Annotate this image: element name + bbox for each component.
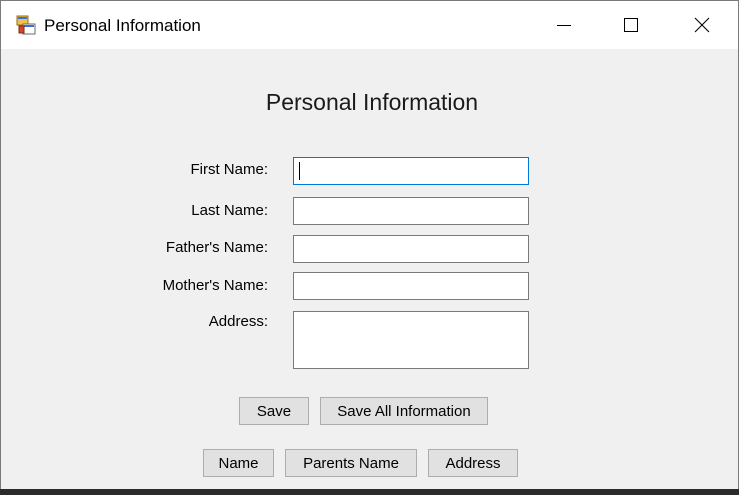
first-name-label: First Name: [190,161,268,178]
window-title: Personal Information [44,16,201,35]
last-name-label: Last Name: [191,202,268,219]
father-name-input[interactable] [293,235,529,263]
close-button[interactable] [679,1,725,49]
maximize-icon [624,18,638,32]
title-bar[interactable]: Personal Information [1,1,738,49]
address-label: Address: [208,313,268,330]
minimize-icon [557,25,571,26]
first-name-input[interactable] [293,157,529,185]
last-name-input[interactable] [293,197,529,225]
text-caret [299,162,300,180]
form-heading: Personal Information [265,89,479,115]
maximize-button[interactable] [608,1,654,49]
parents-name-button[interactable]: Parents Name [285,449,417,477]
mother-name-label: Mother's Name: [162,277,268,294]
minimize-button[interactable] [541,1,587,49]
address-input[interactable] [293,311,529,369]
father-name-label: Father's Name: [165,239,268,256]
app-icon[interactable] [16,15,36,35]
taskbar-edge [0,489,739,495]
address-button[interactable]: Address [428,449,518,477]
personal-information-window: Personal Information Personal Informatio… [0,0,739,495]
save-all-information-button[interactable]: Save All Information [320,397,488,425]
save-button[interactable]: Save [239,397,309,425]
close-icon [694,17,710,33]
name-button[interactable]: Name [203,449,274,477]
mother-name-input[interactable] [293,272,529,300]
